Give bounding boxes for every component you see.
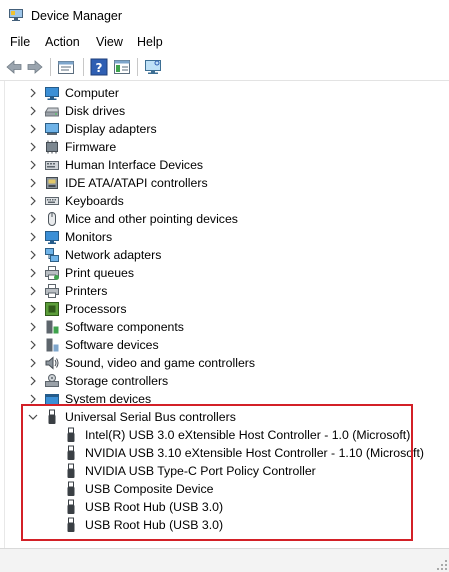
back-button[interactable] (5, 58, 23, 76)
arrow-left-icon (6, 60, 22, 74)
tree-item-software-devices[interactable]: Software devices (5, 336, 445, 354)
toolbar-separator (137, 58, 138, 76)
processor-icon (45, 302, 59, 316)
tree-item-software-components[interactable]: Software components (5, 318, 445, 336)
tree-item-keyboards[interactable]: Keyboards (5, 192, 445, 210)
chevron-right-icon[interactable] (27, 105, 39, 117)
tree-item-human-interface-devices[interactable]: Human Interface Devices (5, 156, 445, 174)
storage-controller-icon (45, 374, 59, 387)
highlight-box (21, 404, 413, 541)
tree-item-firmware[interactable]: Firmware (5, 138, 445, 156)
console-tree-icon (114, 60, 130, 74)
tree-item-processors[interactable]: Processors (5, 300, 445, 318)
disk-drive-icon (44, 107, 60, 117)
help-icon: ? (90, 58, 108, 76)
software-device-icon (46, 338, 59, 352)
firmware-icon (46, 140, 58, 154)
arrow-right-icon (27, 60, 43, 74)
toolbar-separator (83, 58, 84, 76)
monitor-scan-icon (145, 60, 161, 74)
chevron-right-icon[interactable] (27, 339, 39, 351)
tree-item-label: Sound, video and game controllers (65, 356, 256, 370)
title-bar: Device Manager (0, 0, 449, 31)
toolbar: ? (0, 53, 449, 81)
tree-item-label: Monitors (65, 230, 113, 244)
sound-icon (45, 356, 59, 370)
menu-action[interactable]: Action (45, 35, 80, 49)
network-adapter-icon (45, 248, 59, 262)
tree-item-sound-video-and-game-controllers[interactable]: Sound, video and game controllers (5, 354, 445, 372)
tree-item-label: Keyboards (65, 194, 124, 208)
mouse-icon (48, 212, 56, 226)
tree-item-label: Firmware (65, 140, 117, 154)
toolbar-separator (50, 58, 51, 76)
tree-item-label: Mice and other pointing devices (65, 212, 238, 226)
tree-item-label: Processors (65, 302, 127, 316)
print-queue-icon (45, 266, 59, 280)
tree-item-label: Computer (65, 86, 119, 100)
chevron-right-icon[interactable] (27, 231, 39, 243)
svg-text:?: ? (96, 61, 103, 75)
menu-view[interactable]: View (96, 35, 123, 49)
properties-button[interactable] (57, 58, 75, 76)
help-button[interactable]: ? (90, 58, 108, 76)
show-hide-console-tree-button[interactable] (113, 58, 131, 76)
tree-item-disk-drives[interactable]: Disk drives (5, 102, 445, 120)
tree-item-label: Human Interface Devices (65, 158, 204, 172)
tree-item-label: Network adapters (65, 248, 162, 262)
scan-hardware-button[interactable] (144, 58, 162, 76)
tree-item-storage-controllers[interactable]: Storage controllers (5, 372, 445, 390)
chevron-right-icon[interactable] (27, 159, 39, 171)
tree-item-label: Display adapters (65, 122, 157, 136)
menu-help[interactable]: Help (137, 35, 163, 49)
display-adapter-icon (45, 123, 59, 135)
chevron-right-icon[interactable] (27, 195, 39, 207)
keyboard-icon (45, 197, 59, 205)
ide-controller-icon (46, 177, 58, 189)
menu-bar: File Action View Help (0, 31, 449, 53)
menu-file[interactable]: File (10, 35, 30, 49)
tree-item-print-queues[interactable]: Print queues (5, 264, 445, 282)
tree-item-monitors[interactable]: Monitors (5, 228, 445, 246)
chevron-right-icon[interactable] (27, 177, 39, 189)
tree-item-ide-ata-atapi-controllers[interactable]: IDE ATA/ATAPI controllers (5, 174, 445, 192)
hid-icon (45, 161, 59, 170)
chevron-right-icon[interactable] (27, 357, 39, 369)
tree-item-label: Software components (65, 320, 184, 334)
properties-icon (58, 61, 74, 74)
tree-item-display-adapters[interactable]: Display adapters (5, 120, 445, 138)
printer-icon (45, 284, 59, 298)
chevron-right-icon[interactable] (27, 249, 39, 261)
monitor-icon (45, 231, 59, 244)
tree-item-label: Storage controllers (65, 374, 169, 388)
device-manager-icon (9, 9, 23, 21)
tree-item-label: Printers (65, 284, 108, 298)
tree-item-label: Disk drives (65, 104, 126, 118)
status-bar (0, 548, 449, 572)
chevron-right-icon[interactable] (27, 321, 39, 333)
chevron-right-icon[interactable] (27, 213, 39, 225)
tree-item-mice-and-other-pointing-devices[interactable]: Mice and other pointing devices (5, 210, 445, 228)
software-component-icon (46, 320, 59, 334)
chevron-right-icon[interactable] (27, 267, 39, 279)
chevron-right-icon[interactable] (27, 87, 39, 99)
tree-item-label: IDE ATA/ATAPI controllers (65, 176, 208, 190)
chevron-right-icon[interactable] (27, 285, 39, 297)
forward-button[interactable] (26, 58, 44, 76)
chevron-right-icon[interactable] (27, 303, 39, 315)
computer-icon (45, 87, 59, 100)
tree-item-network-adapters[interactable]: Network adapters (5, 246, 445, 264)
resize-grip-icon[interactable] (437, 560, 447, 570)
window-title: Device Manager (31, 9, 123, 23)
chevron-right-icon[interactable] (27, 141, 39, 153)
chevron-right-icon[interactable] (27, 375, 39, 387)
tree-item-computer[interactable]: Computer (5, 84, 445, 102)
chevron-right-icon[interactable] (27, 123, 39, 135)
tree-item-label: Software devices (65, 338, 159, 352)
tree-item-label: Print queues (65, 266, 135, 280)
tree-item-printers[interactable]: Printers (5, 282, 445, 300)
